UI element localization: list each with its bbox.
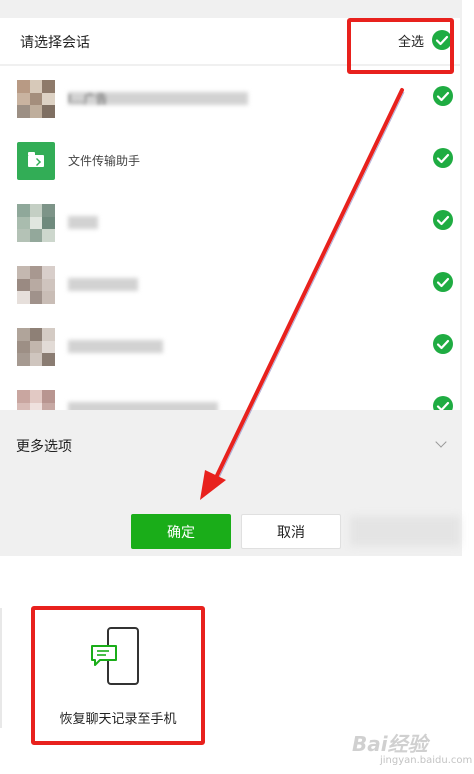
watermark-url: jingyan.baidu.com: [380, 755, 473, 766]
watermark-brand: Bai经验: [352, 732, 428, 756]
annotation-arrow: [200, 88, 405, 500]
